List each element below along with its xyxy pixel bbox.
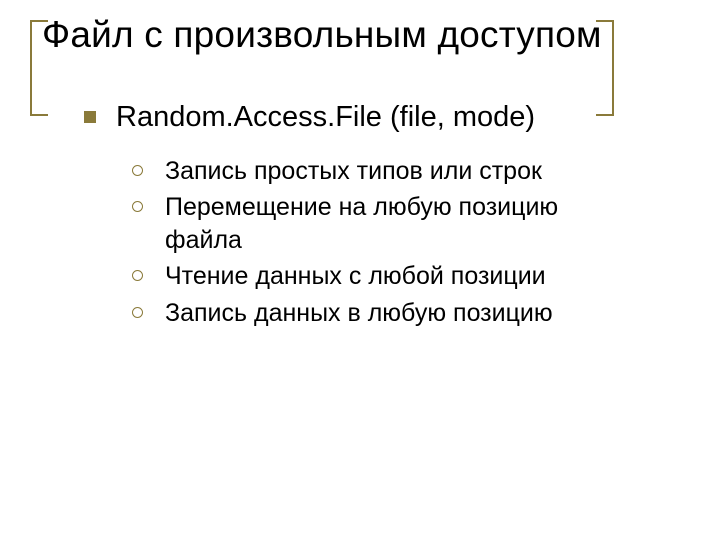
list-item: Запись простых типов или строк [132, 155, 680, 188]
circle-bullet-icon [132, 165, 143, 176]
list-item: Перемещение на любую позицию файла [132, 191, 680, 256]
circle-bullet-icon [132, 307, 143, 318]
circle-bullet-icon [132, 201, 143, 212]
square-bullet-icon [84, 111, 96, 123]
content-area: Random.Access.File (file, mode) Запись п… [84, 99, 680, 330]
circle-bullet-icon [132, 270, 143, 281]
bracket-left-icon [30, 20, 54, 116]
list-item-text: Перемещение на любую позицию файла [165, 191, 635, 256]
list-item-text: Чтение данных с любой позиции [165, 260, 546, 293]
level1-text: Random.Access.File (file, mode) [116, 99, 535, 135]
slide: Файл с произвольным доступом Random.Acce… [0, 0, 720, 540]
bracket-right-icon [590, 20, 614, 116]
list-item: Запись данных в любую позицию [132, 297, 680, 330]
list-item-text: Запись простых типов или строк [165, 155, 542, 188]
list-item-text: Запись данных в любую позицию [165, 297, 553, 330]
list-item: Чтение данных с любой позиции [132, 260, 680, 293]
sublist: Запись простых типов или строк Перемещен… [132, 155, 680, 330]
title-area: Файл с произвольным доступом [42, 14, 680, 57]
slide-title: Файл с произвольным доступом [42, 14, 680, 57]
